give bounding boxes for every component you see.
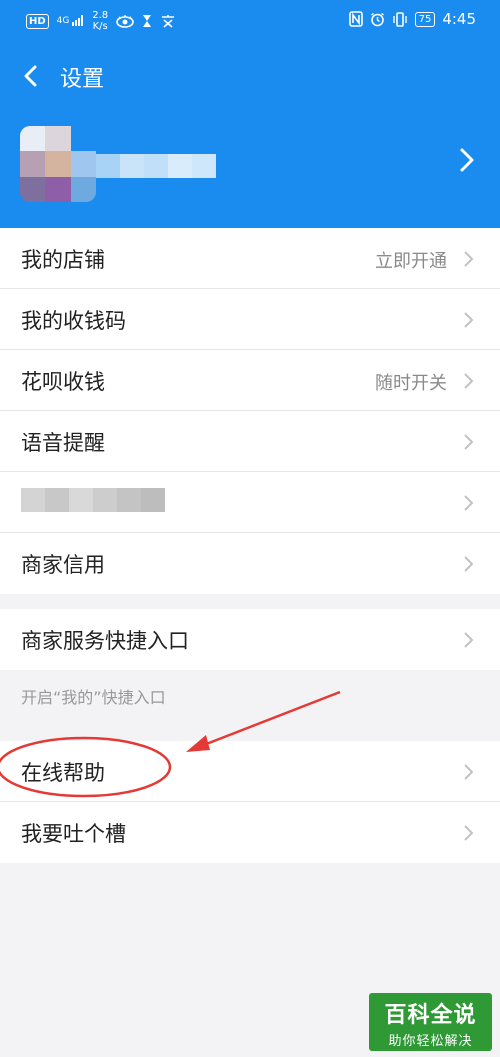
network-type: 4G — [56, 16, 70, 26]
shortcut-hint-text: 开启“我的”快捷入口 — [21, 688, 166, 707]
menu-item-label: 语音提醒 — [21, 431, 105, 455]
menu-item-value: 立即开通 — [375, 251, 447, 272]
menu-item-label: 在线帮助 — [21, 761, 105, 785]
alarm-icon — [370, 12, 384, 26]
eye-icon — [116, 15, 134, 28]
battery-icon: 75 — [414, 11, 436, 27]
menu-item-online-help[interactable]: 在线帮助 — [0, 741, 500, 802]
menu-item-value: 随时开关 — [375, 373, 447, 394]
hourglass-icon — [143, 15, 152, 27]
menu-item-label: 花呗收钱 — [21, 370, 105, 394]
menu-item-voice-reminder[interactable]: 语音提醒 — [0, 411, 500, 472]
menu-item-merchant-credit[interactable]: 商家信用 — [0, 533, 500, 594]
redacted-label-mosaic — [21, 488, 165, 512]
menu-item-label: 商家服务快捷入口 — [21, 629, 189, 653]
chevron-right-icon — [464, 495, 474, 511]
menu-item-feedback[interactable]: 我要吐个槽 — [0, 802, 500, 863]
profile-card[interactable] — [0, 118, 500, 208]
settings-group-main: 我的店铺 立即开通 我的收钱码 花呗收钱 随时开关 语音提醒 商家信用 — [0, 228, 500, 594]
menu-item-redacted[interactable] — [0, 472, 500, 533]
net-speed: 2.8 K/s — [92, 10, 108, 32]
chevron-right-icon — [464, 312, 474, 328]
net-speed-unit: K/s — [92, 21, 108, 32]
username-mosaic — [96, 154, 216, 178]
menu-item-label: 我的收钱码 — [21, 309, 126, 333]
chevron-right-icon — [464, 434, 474, 450]
annotation-arrow — [195, 690, 341, 750]
chevron-right-icon — [464, 764, 474, 780]
vibrate-icon — [392, 11, 407, 27]
clock-time: 4:45 — [442, 10, 476, 28]
chevron-right-icon — [460, 148, 474, 172]
chevron-right-icon — [464, 556, 474, 572]
menu-item-payment-code[interactable]: 我的收钱码 — [0, 289, 500, 350]
settings-group-help: 在线帮助 我要吐个槽 — [0, 741, 500, 863]
chevron-right-icon — [464, 632, 474, 648]
battery-level: 75 — [418, 13, 432, 25]
watermark-main-text: 百科全说 — [384, 1003, 477, 1028]
header-background: HD 4G 2.8 K/s 75 4:45 设置 — [0, 0, 500, 228]
status-bar: HD 4G 2.8 K/s 75 4:45 — [0, 0, 500, 42]
nav-bar: 设置 — [0, 52, 500, 100]
net-speed-value: 2.8 — [92, 10, 109, 21]
nfc-icon — [348, 11, 363, 27]
signal-icon: 4G — [57, 15, 85, 27]
translate-icon — [162, 15, 175, 28]
chevron-right-icon — [464, 251, 474, 267]
watermark-sub-text: 助你轻松解决 — [388, 1034, 473, 1049]
avatar — [20, 126, 96, 202]
chevron-right-icon — [464, 373, 474, 389]
menu-item-my-store[interactable]: 我的店铺 立即开通 — [0, 228, 500, 289]
hd-badge: HD — [26, 13, 49, 29]
watermark-logo: 百科全说 助你轻松解决 — [369, 993, 492, 1051]
menu-item-label: 我的店铺 — [21, 248, 105, 272]
settings-group-shortcut: 商家服务快捷入口 — [0, 609, 500, 670]
page-title: 设置 — [60, 67, 105, 92]
back-arrow-icon[interactable] — [20, 64, 42, 88]
menu-item-label: 我要吐个槽 — [21, 822, 126, 846]
menu-item-huabei[interactable]: 花呗收钱 随时开关 — [0, 350, 500, 411]
menu-item-label: 商家信用 — [21, 553, 105, 577]
chevron-right-icon — [464, 825, 474, 841]
menu-item-merchant-shortcut[interactable]: 商家服务快捷入口 — [0, 609, 500, 670]
